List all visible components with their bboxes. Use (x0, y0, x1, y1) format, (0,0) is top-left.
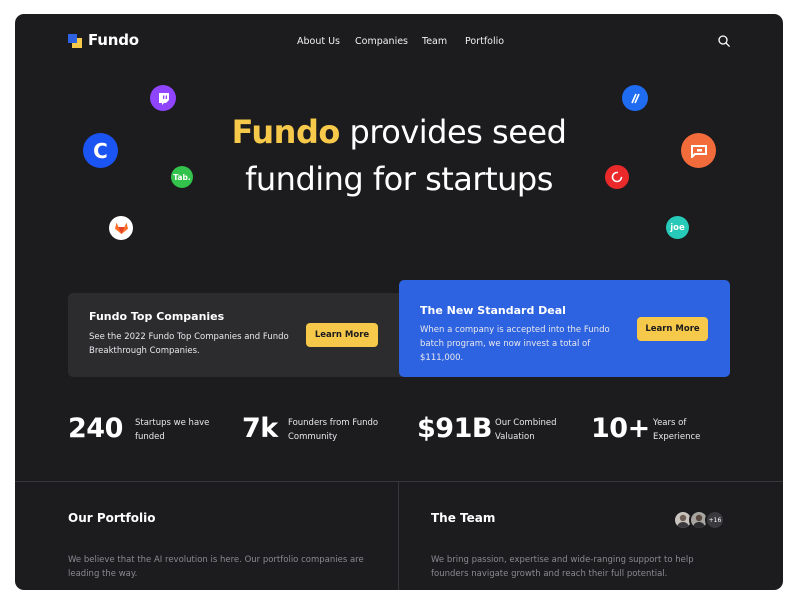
top-companies-card: Fundo Top Companies See the 2022 Fundo T… (68, 293, 405, 377)
gitlab-logo-icon (109, 216, 133, 240)
hero-line2: funding for startups (245, 160, 553, 198)
fundo-logo-icon[interactable] (68, 34, 82, 48)
top-companies-learn-more-button[interactable]: Learn More (306, 323, 378, 347)
stat-experience-label: Years of Experience (653, 418, 701, 442)
page-frame: Fundo About Us Companies Team Portfolio … (15, 14, 783, 590)
hero-headline: Fundo provides seed funding for startups (149, 109, 649, 203)
flag-logo-icon (681, 133, 716, 168)
stat-startups-value: 240 (68, 413, 123, 444)
nav-companies[interactable]: Companies (355, 36, 408, 47)
stat-valuation-value: $91B (417, 413, 492, 444)
nav-about-us[interactable]: About Us (297, 36, 340, 47)
top-companies-title: Fundo Top Companies (89, 310, 225, 323)
nav-portfolio[interactable]: Portfolio (465, 36, 504, 47)
hero-accent: Fundo (231, 113, 341, 151)
joe-logo-icon: joe (666, 216, 689, 239)
team-text: We bring passion, expertise and wide-ran… (431, 555, 694, 579)
hero-line1: provides seed (339, 113, 567, 151)
red-circle-logo-icon (605, 165, 629, 189)
brand-name[interactable]: Fundo (88, 31, 139, 49)
stat-experience-value: 10+ (591, 413, 650, 444)
nav-team[interactable]: Team (422, 36, 447, 47)
coinbase-logo-icon: C (83, 133, 118, 168)
portfolio-text: We believe that the AI revolution is her… (68, 555, 364, 579)
tab-logo-icon: Tab. (171, 166, 193, 188)
more-members-badge[interactable]: +16 (705, 510, 725, 530)
section-divider (15, 481, 783, 482)
portfolio-title[interactable]: Our Portfolio (68, 511, 155, 525)
stat-startups-label: Startups we have funded (135, 418, 210, 442)
stat-valuation-label: Our Combined Valuation (495, 418, 557, 442)
standard-deal-card: The New Standard Deal When a company is … (399, 280, 730, 377)
stat-founders-value: 7k (242, 413, 278, 444)
search-icon[interactable] (718, 35, 730, 47)
stat-founders-label: Founders from Fundo Community (288, 418, 379, 442)
twitch-logo-icon (150, 85, 176, 111)
top-companies-text: See the 2022 Fundo Top Companies and Fun… (89, 332, 289, 356)
team-title[interactable]: The Team (431, 511, 495, 525)
standard-deal-title: The New Standard Deal (420, 304, 566, 317)
column-divider (398, 481, 399, 590)
standard-deal-text: When a company is accepted into the Fund… (420, 325, 610, 363)
slash-logo-icon (622, 85, 648, 111)
standard-deal-learn-more-button[interactable]: Learn More (637, 317, 708, 341)
